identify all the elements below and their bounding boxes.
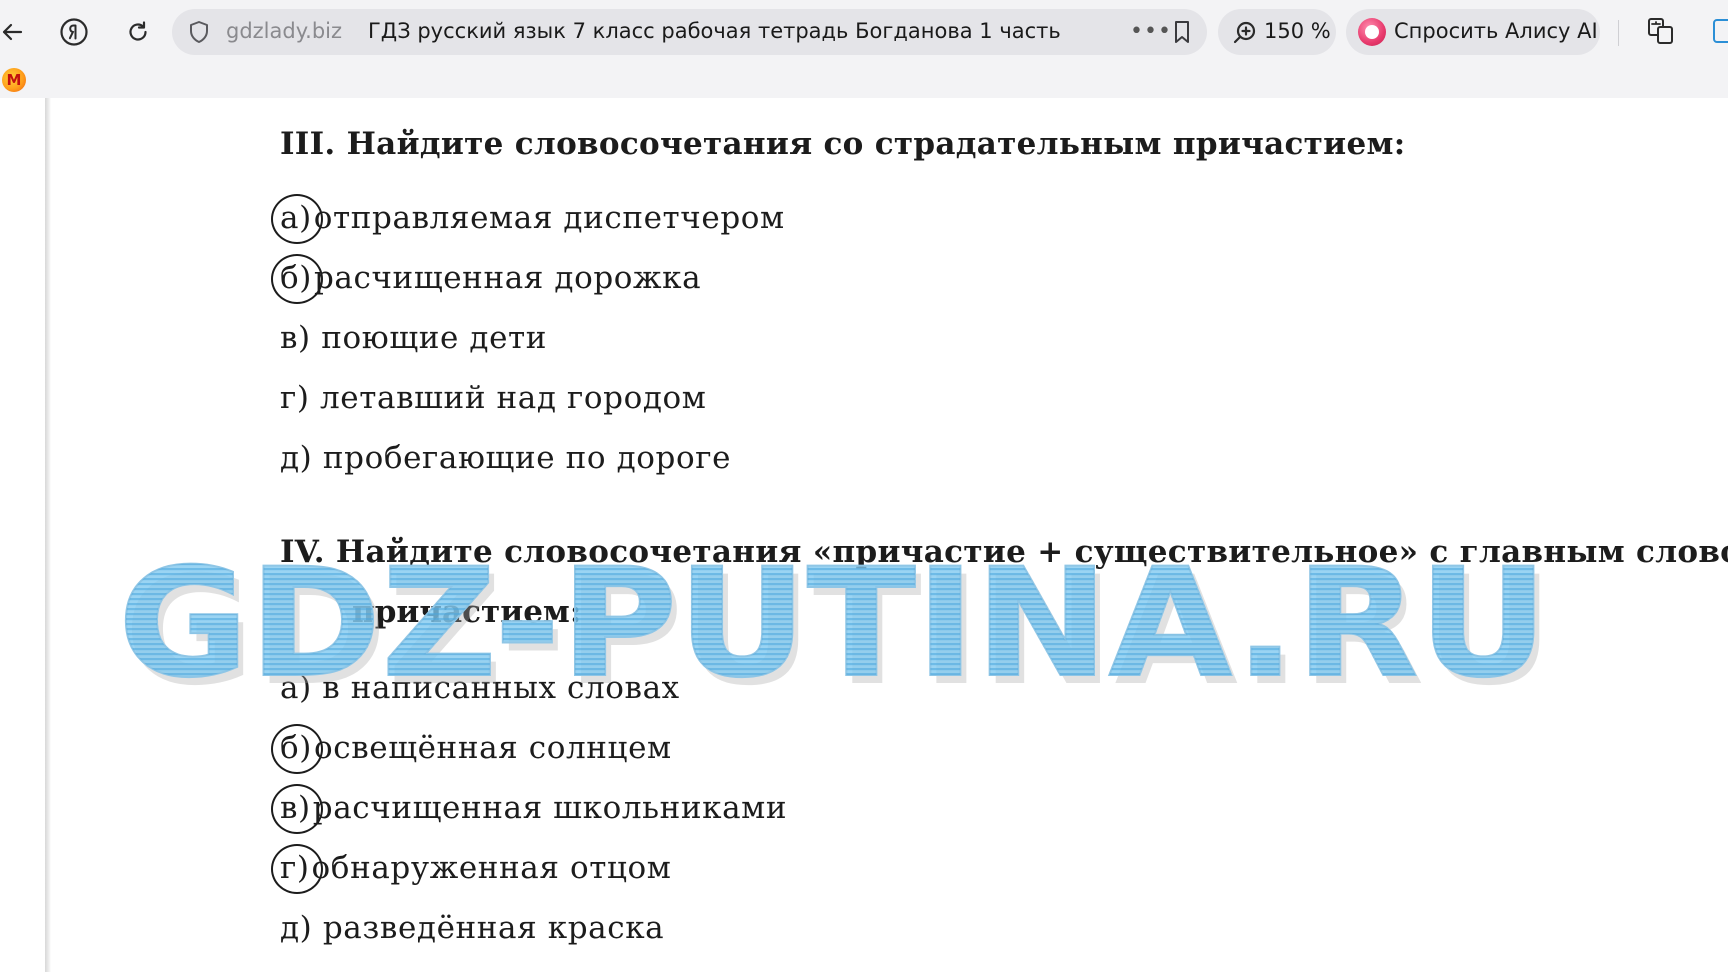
answer-item: в) поющие дети bbox=[280, 320, 547, 356]
site-watermark: GDZ-PUTINA.RU GDZ-PUTINA.RU GDZ-PUTINA.R… bbox=[118, 543, 1678, 703]
answer-letter: б) bbox=[271, 254, 323, 304]
reload-button[interactable] bbox=[118, 12, 158, 52]
address-bar[interactable]: gdzlady.biz ГДЗ русский язык 7 класс раб… bbox=[172, 9, 1207, 55]
answer-text: пробегающие по дороге bbox=[322, 440, 732, 476]
more-dots-icon[interactable]: ••• bbox=[1130, 19, 1172, 44]
answer-circle bbox=[271, 254, 323, 304]
shield-icon[interactable] bbox=[188, 20, 210, 44]
answer-letter: г) bbox=[280, 380, 310, 416]
answer-text: поющие дети bbox=[321, 320, 548, 356]
answer-item: г)обнаруженная отцом bbox=[271, 844, 672, 894]
answer-text: расчищенная школьниками bbox=[312, 790, 788, 826]
back-button[interactable] bbox=[0, 12, 32, 52]
toolbar-divider bbox=[1618, 20, 1619, 46]
answer-item: д) разведённая краска bbox=[280, 910, 664, 946]
answer-item: г) летавший над городом bbox=[280, 380, 707, 416]
answer-letter: д) bbox=[280, 910, 313, 946]
watermark-stripes: GDZ-PUTINA.RU bbox=[118, 543, 1548, 703]
alice-icon bbox=[1358, 18, 1386, 46]
zoom-button[interactable]: 150 % bbox=[1218, 9, 1336, 55]
answer-text: летавший над городом bbox=[320, 380, 707, 416]
answer-letter: в) bbox=[280, 320, 311, 356]
answer-letter: б) bbox=[271, 724, 323, 774]
zoom-level: 150 % bbox=[1264, 19, 1331, 43]
answer-item: а)отправляемая диспетчером bbox=[271, 194, 785, 244]
answer-letter: в) bbox=[271, 784, 323, 834]
yandex-home-button[interactable] bbox=[54, 12, 94, 52]
translate-icon[interactable] bbox=[1646, 16, 1676, 46]
toolbar: gdzlady.biz ГДЗ русский язык 7 класс раб… bbox=[0, 0, 1728, 64]
ask-alice-button[interactable]: Спросить Алису AI bbox=[1346, 9, 1600, 55]
ask-alice-label: Спросить Алису AI bbox=[1394, 19, 1598, 43]
answer-item: б)освещённая солнцем bbox=[271, 724, 672, 774]
zoom-in-icon bbox=[1233, 21, 1256, 44]
answer-item: в)расчищенная школьниками bbox=[271, 784, 788, 834]
arrow-left-icon bbox=[2, 23, 23, 41]
bookmarks-bar: М bbox=[0, 66, 1728, 96]
address-page-title[interactable]: ГДЗ русский язык 7 класс рабочая тетрадь… bbox=[368, 19, 1068, 43]
answer-text: освещённая солнцем bbox=[313, 730, 672, 766]
answer-letter: д) bbox=[280, 440, 313, 476]
workbook-scan: III. Найдите словосочетания со страдател… bbox=[0, 98, 1728, 972]
answer-circle bbox=[271, 844, 323, 894]
answer-circle bbox=[271, 724, 323, 774]
bookmark-icon[interactable] bbox=[1172, 20, 1192, 44]
reload-icon bbox=[129, 21, 147, 41]
address-domain[interactable]: gdzlady.biz bbox=[226, 19, 342, 43]
page-viewport: III. Найдите словосочетания со страдател… bbox=[0, 98, 1728, 972]
answer-letter: а) bbox=[271, 194, 323, 244]
answer-text: обнаруженная отцом bbox=[311, 850, 672, 886]
section-3-heading: III. Найдите словосочетания со страдател… bbox=[280, 126, 1406, 162]
browser-chrome: gdzlady.biz ГДЗ русский язык 7 класс раб… bbox=[0, 0, 1728, 98]
market-favicon[interactable]: М bbox=[2, 68, 26, 92]
answer-text: отправляемая диспетчером bbox=[313, 200, 785, 236]
answer-text: разведённая краска bbox=[322, 910, 665, 946]
answer-letter: г) bbox=[271, 844, 323, 894]
extension-partial-icon[interactable] bbox=[1712, 16, 1728, 48]
answer-item: б)расчищенная дорожка bbox=[271, 254, 702, 304]
yandex-logo-icon bbox=[60, 18, 88, 46]
answer-text: расчищенная дорожка bbox=[313, 260, 702, 296]
answer-item: д) пробегающие по дороге bbox=[280, 440, 731, 476]
answer-circle bbox=[271, 194, 323, 244]
answer-circle bbox=[271, 784, 323, 834]
